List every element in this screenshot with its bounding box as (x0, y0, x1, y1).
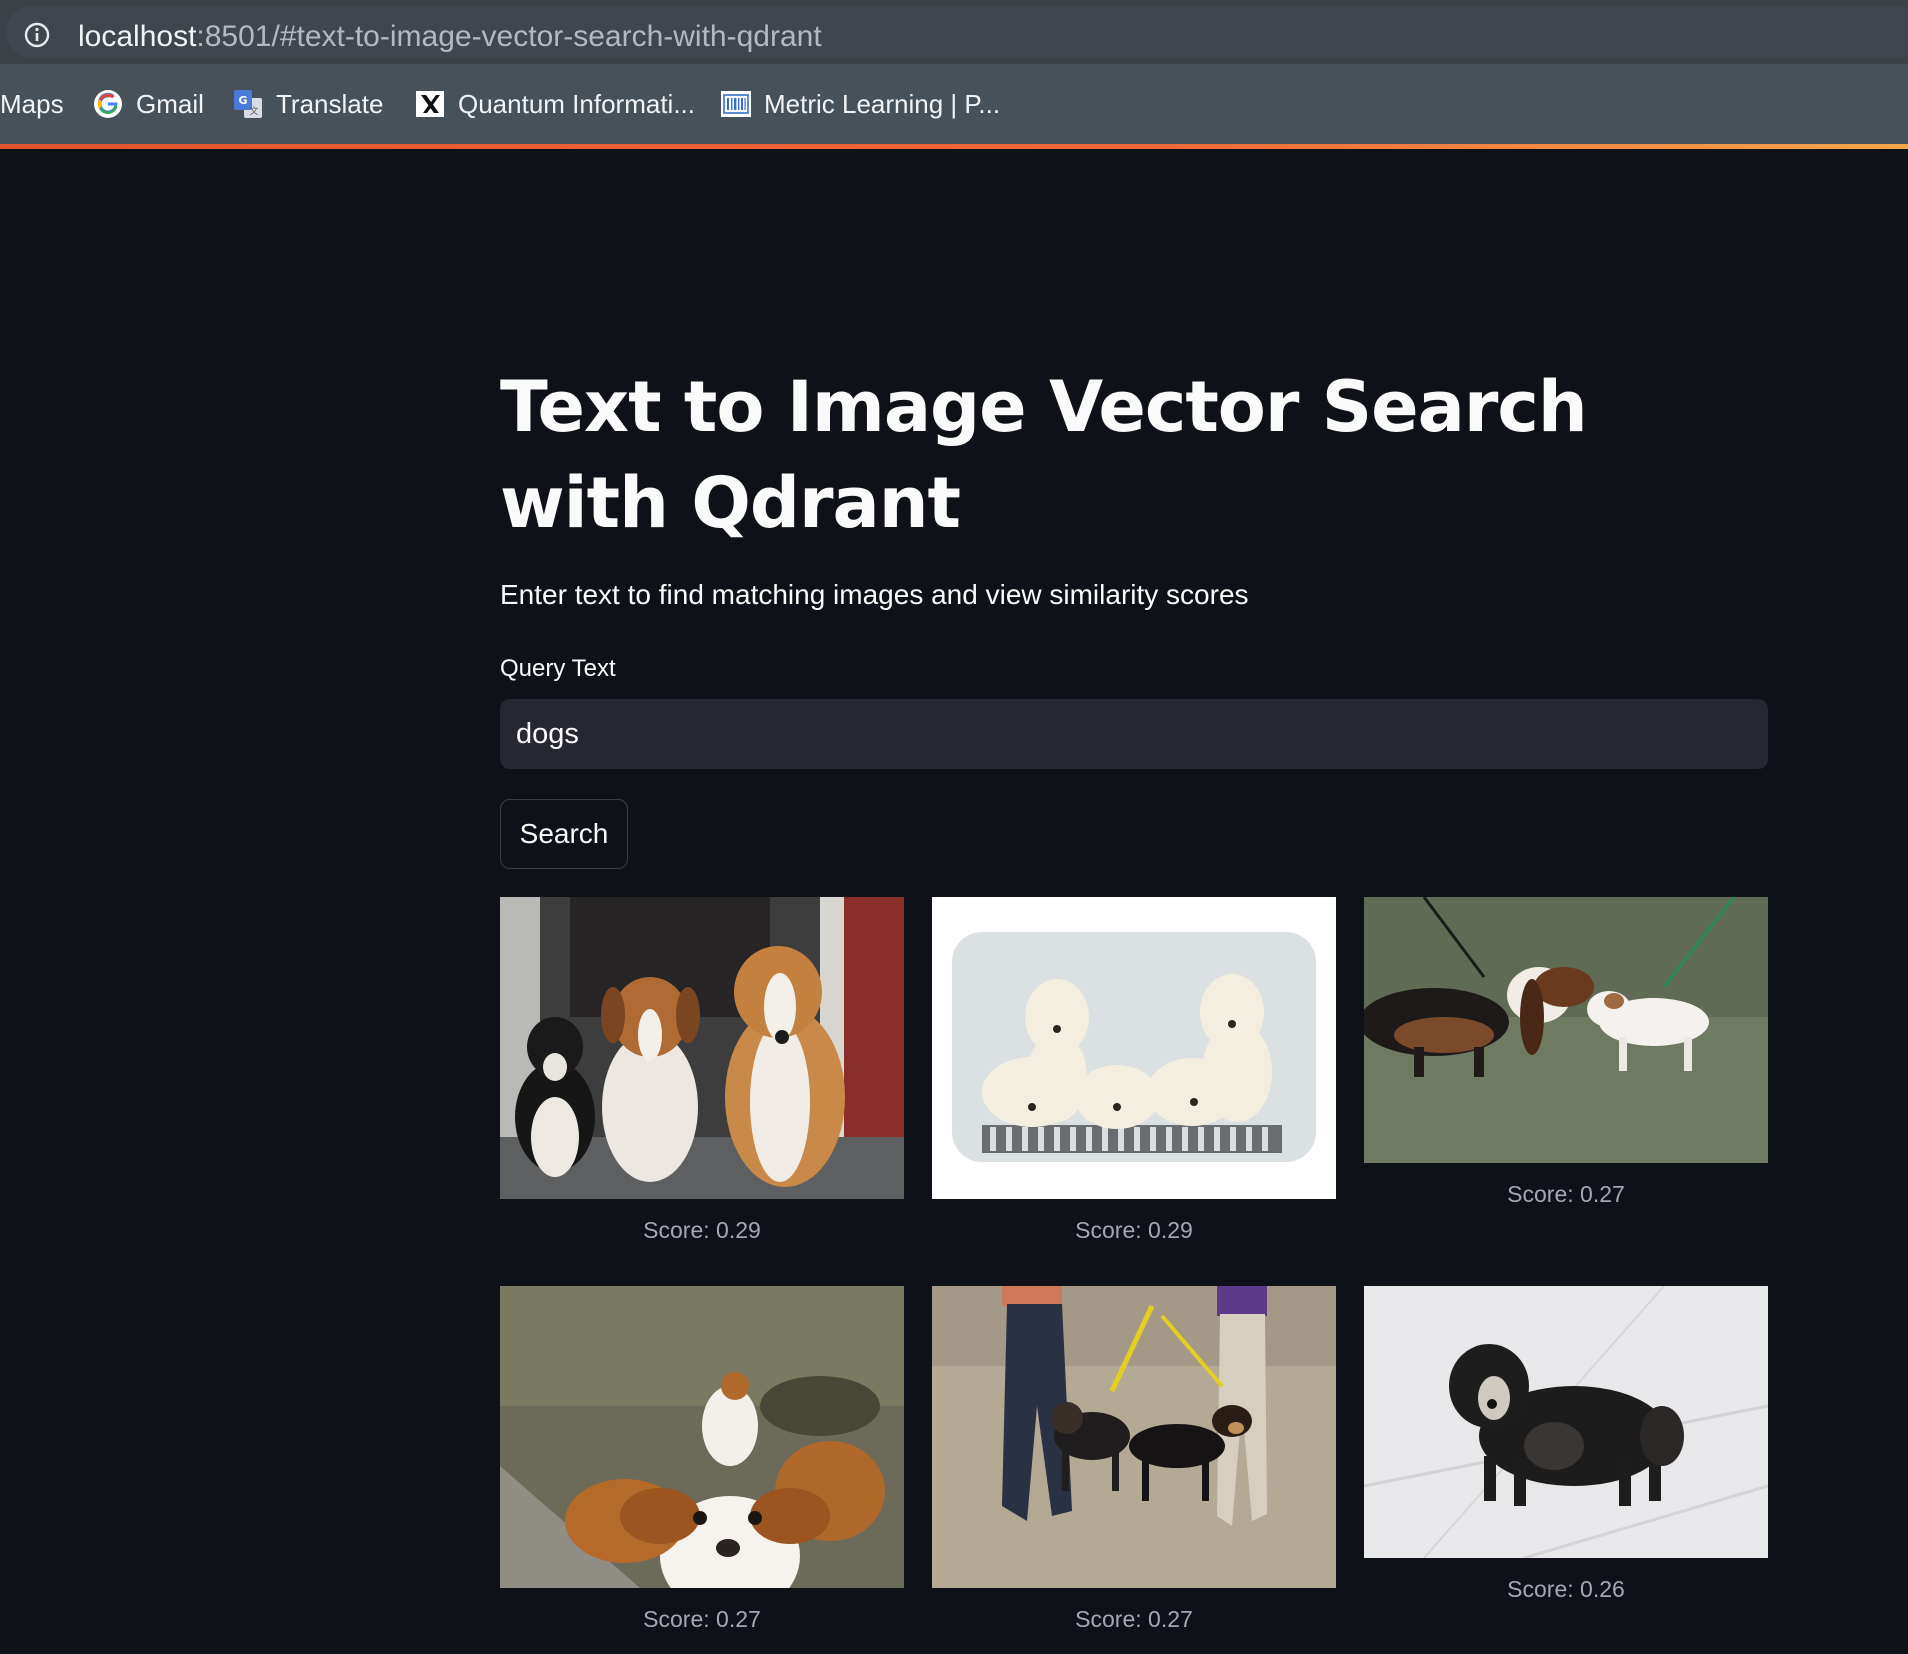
result-image[interactable] (932, 897, 1336, 1199)
result-image[interactable] (500, 897, 904, 1199)
result-card: Score: 0.26 (1364, 1286, 1768, 1603)
result-card: Score: 0.27 (1364, 897, 1768, 1208)
bookmark-label: Metric Learning | P... (764, 88, 1001, 119)
svg-text:文: 文 (249, 105, 258, 117)
score-label: Score: 0.29 (643, 1217, 761, 1243)
page-title: Text to Image Vector Search with Qdrant (500, 366, 1588, 544)
result-image[interactable] (1364, 1286, 1768, 1558)
result-card: Score: 0.27 (500, 1286, 904, 1633)
bookmark-label: Translate (276, 88, 384, 119)
page-subtitle: Enter text to find matching images and v… (500, 579, 1249, 610)
query-input[interactable] (500, 699, 1768, 769)
bookmark-gmail[interactable]: Gmail (92, 86, 204, 122)
score-label: Score: 0.27 (1075, 1606, 1193, 1632)
bookmark-label: Maps (0, 88, 64, 119)
bookmark-label: Quantum Informati... (458, 88, 695, 119)
bookmarks-bar: Maps Gmail G 文 Translate Quantum Informa… (0, 64, 1908, 144)
url-field[interactable]: localhost:8501/#text-to-image-vector-sea… (6, 6, 1908, 58)
result-card: Score: 0.29 (932, 897, 1336, 1244)
score-label: Score: 0.26 (1507, 1576, 1625, 1602)
bookmark-metric-learning[interactable]: Metric Learning | P... (720, 86, 1000, 122)
translate-icon: G 文 (234, 90, 262, 118)
basset-photo (1364, 897, 1768, 1163)
spaniel-photo (500, 1286, 904, 1588)
result-image[interactable] (932, 1286, 1336, 1588)
bookmark-label: Gmail (136, 88, 204, 119)
query-label: Query Text (500, 655, 616, 682)
score-label: Score: 0.27 (643, 1606, 761, 1632)
x-logo-icon (416, 91, 444, 117)
leashed-dogs-photo (932, 1286, 1336, 1588)
bookmark-quantum[interactable]: Quantum Informati... (414, 86, 695, 122)
score-label: Score: 0.27 (1507, 1181, 1625, 1207)
url-host: localhost (78, 20, 197, 53)
browser-chrome: localhost:8501/#text-to-image-vector-sea… (0, 0, 1908, 149)
result-card: Score: 0.27 (932, 1286, 1336, 1633)
search-button[interactable]: Search (500, 799, 628, 869)
url-text[interactable]: localhost:8501/#text-to-image-vector-sea… (78, 20, 822, 54)
bookmark-maps[interactable]: Maps (0, 86, 64, 122)
address-bar: localhost:8501/#text-to-image-vector-sea… (0, 0, 1908, 64)
result-card: Score: 0.29 (500, 897, 904, 1244)
info-icon[interactable] (22, 20, 52, 50)
page-load-bar (0, 144, 1908, 149)
puppies-photo (932, 897, 1336, 1199)
result-image[interactable] (500, 1286, 904, 1588)
result-image[interactable] (1364, 897, 1768, 1163)
bookmark-translate[interactable]: G 文 Translate (232, 86, 383, 122)
score-label: Score: 0.29 (1075, 1217, 1193, 1243)
barcode-icon (721, 91, 751, 117)
url-path: :8501/#text-to-image-vector-search-with-… (196, 20, 822, 53)
three-dogs-photo (500, 897, 904, 1199)
google-icon (94, 90, 122, 118)
snow-dog-photo (1364, 1286, 1768, 1558)
svg-text:G: G (238, 94, 247, 107)
